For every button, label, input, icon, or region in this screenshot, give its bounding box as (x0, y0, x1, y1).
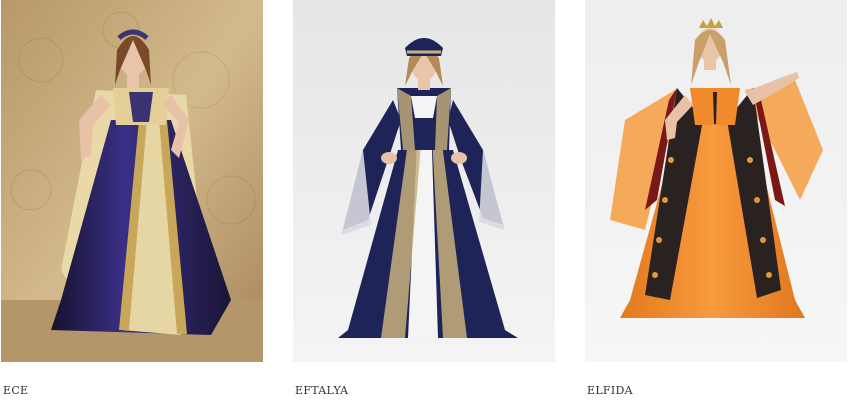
dress-photo-eftalya (293, 0, 555, 362)
product-card-elfida[interactable]: ELFIDA (585, 0, 847, 397)
dress-photo-ece (1, 0, 263, 362)
product-card-ece[interactable]: ECE (1, 0, 263, 397)
product-image-ece[interactable] (1, 0, 263, 362)
product-name[interactable]: EFTALYA (295, 384, 348, 397)
product-card-eftalya[interactable]: EFTALYA (293, 0, 555, 397)
product-image-elfida[interactable] (585, 0, 847, 362)
product-name[interactable]: ECE (3, 384, 28, 397)
product-name[interactable]: ELFIDA (587, 384, 633, 397)
product-image-eftalya[interactable] (293, 0, 555, 362)
dress-photo-elfida (585, 0, 847, 362)
